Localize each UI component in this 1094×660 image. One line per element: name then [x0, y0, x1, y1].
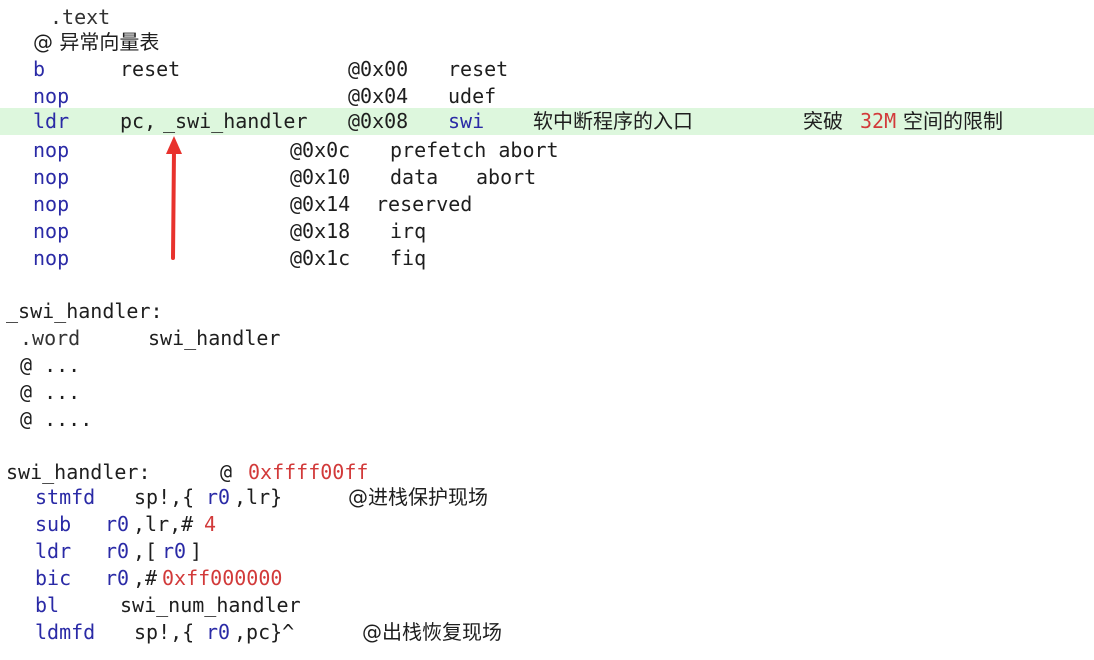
code-line-ellipsis-1: @ ... — [0, 352, 1094, 379]
code-token: ] — [190, 539, 203, 563]
code-line-stmfd: stmfd sp!,{ r0 ,lr} @进栈保护现场 — [0, 484, 1094, 511]
code-token: @ ... — [20, 353, 81, 377]
code-token: nop — [33, 165, 70, 189]
code-token: @进栈保护现场 — [348, 485, 488, 509]
code-token: @0x00 — [348, 57, 409, 81]
code-token: ldr — [33, 109, 70, 133]
code-token: nop — [33, 192, 70, 216]
code-line-nop-reserved: nop @0x14 reserved — [0, 191, 1094, 218]
code-token: 空间的限制 — [903, 109, 1003, 133]
code-line-ellipsis-2: @ ... — [0, 379, 1094, 406]
code-token: 0xff000000 — [162, 566, 283, 590]
code-line-bic: bic r0 ,# 0xff000000 — [0, 565, 1094, 592]
code-token: @ 异常向量表 — [33, 30, 160, 54]
code-token: ,lr,# — [133, 512, 194, 536]
code-token: @出栈恢复现场 — [362, 620, 502, 644]
code-token: bl — [35, 593, 60, 617]
code-token: @0x0c — [290, 138, 351, 162]
code-token: swi — [448, 109, 485, 133]
code-token: 32M — [860, 109, 897, 133]
code-token: stmfd — [35, 485, 96, 509]
code-line-swi-label: _swi_handler: — [0, 298, 1094, 325]
code-line-nop-udef: nop @0x04 udef — [0, 83, 1094, 110]
code-token: .text — [50, 5, 111, 29]
code-token: udef — [448, 84, 497, 108]
code-token: bic — [35, 566, 72, 590]
code-token: irq — [390, 219, 427, 243]
code-token: r0 — [105, 566, 130, 590]
code-token: r0 — [206, 485, 231, 509]
code-line-text-directive: .text — [0, 4, 1094, 31]
code-token: _swi_handler: — [6, 299, 163, 323]
code-token: 软中断程序的入口 — [533, 109, 693, 133]
code-token: nop — [33, 138, 70, 162]
code-token: @0x10 — [290, 165, 351, 189]
code-token: prefetch abort — [390, 138, 559, 162]
code-token: data — [390, 165, 439, 189]
code-token: ,[ — [133, 539, 158, 563]
code-token: swi_handler — [148, 326, 281, 350]
code-token: nop — [33, 219, 70, 243]
code-token: @ — [220, 460, 233, 484]
code-line-ellipsis-3: @ .... — [0, 406, 1094, 433]
code-token: @ .... — [20, 407, 93, 431]
code-token: reset — [448, 57, 509, 81]
code-token: @0x1c — [290, 246, 351, 270]
code-token: ,# — [133, 566, 158, 590]
code-token: @0x14 — [290, 192, 351, 216]
code-line-ldmfd: ldmfd sp!,{ r0 ,pc}^ @出栈恢复现场 — [0, 619, 1094, 646]
code-line-bl: bl swi_num_handler — [0, 592, 1094, 619]
code-token: sp!,{ — [134, 485, 195, 509]
code-line-nop-irq: nop @0x18 irq — [0, 218, 1094, 245]
code-token: nop — [33, 84, 70, 108]
code-token: @0x18 — [290, 219, 351, 243]
code-token: ,pc}^ — [234, 620, 295, 644]
code-token: nop — [33, 246, 70, 270]
code-token: fiq — [390, 246, 427, 270]
code-line-comment-vector-table: @ 异常向量表 — [0, 29, 1094, 56]
code-token: b — [33, 57, 46, 81]
code-token: _swi_handler — [163, 109, 308, 133]
code-token: r0 — [206, 620, 231, 644]
code-line-ldr-swi: ldr pc, _swi_handler @0x08 swi 软中断程序的入口 突破 32M 空… — [0, 108, 1094, 135]
code-line-nop-prefetch: nop @0x0c prefetch abort — [0, 137, 1094, 164]
code-token: ldr — [35, 539, 72, 563]
code-token: 突破 — [803, 109, 843, 133]
code-token: .word — [20, 326, 81, 350]
code-token: @0x04 — [348, 84, 409, 108]
code-line-nop-data: nop @0x10 data abort — [0, 164, 1094, 191]
code-token: abort — [476, 165, 537, 189]
code-token: r0 — [105, 539, 130, 563]
code-line-sub: sub r0 ,lr,# 4 — [0, 511, 1094, 538]
code-token: reserved — [376, 192, 473, 216]
code-token: reset — [120, 57, 181, 81]
code-token: r0 — [105, 512, 130, 536]
code-line-ldr-r0: ldr r0 ,[r0] — [0, 538, 1094, 565]
code-listing: .text @ 异常向量表 b reset @0x00 reset nop @0x04 udef… — [0, 0, 1094, 660]
code-token: ,lr} — [234, 485, 283, 509]
code-token: 0xffff00ff — [248, 460, 369, 484]
code-line-swi-handler-label: swi_handler: @0xffff00ff — [0, 459, 1094, 486]
code-token: ldmfd — [35, 620, 96, 644]
code-token: swi_num_handler — [120, 593, 301, 617]
code-token: r0 — [162, 539, 187, 563]
code-token: swi_handler: — [6, 460, 151, 484]
code-token: sub — [35, 512, 72, 536]
code-token: @ ... — [20, 380, 81, 404]
code-token: @0x08 — [348, 109, 409, 133]
code-line-nop-fiq: nop @0x1c fiq — [0, 245, 1094, 272]
code-token: pc, — [120, 109, 157, 133]
code-token: sp!,{ — [134, 620, 195, 644]
code-line-b-reset: b reset @0x00 reset — [0, 56, 1094, 83]
code-line-word: .word swi_handler — [0, 325, 1094, 352]
code-token: 4 — [204, 512, 217, 536]
